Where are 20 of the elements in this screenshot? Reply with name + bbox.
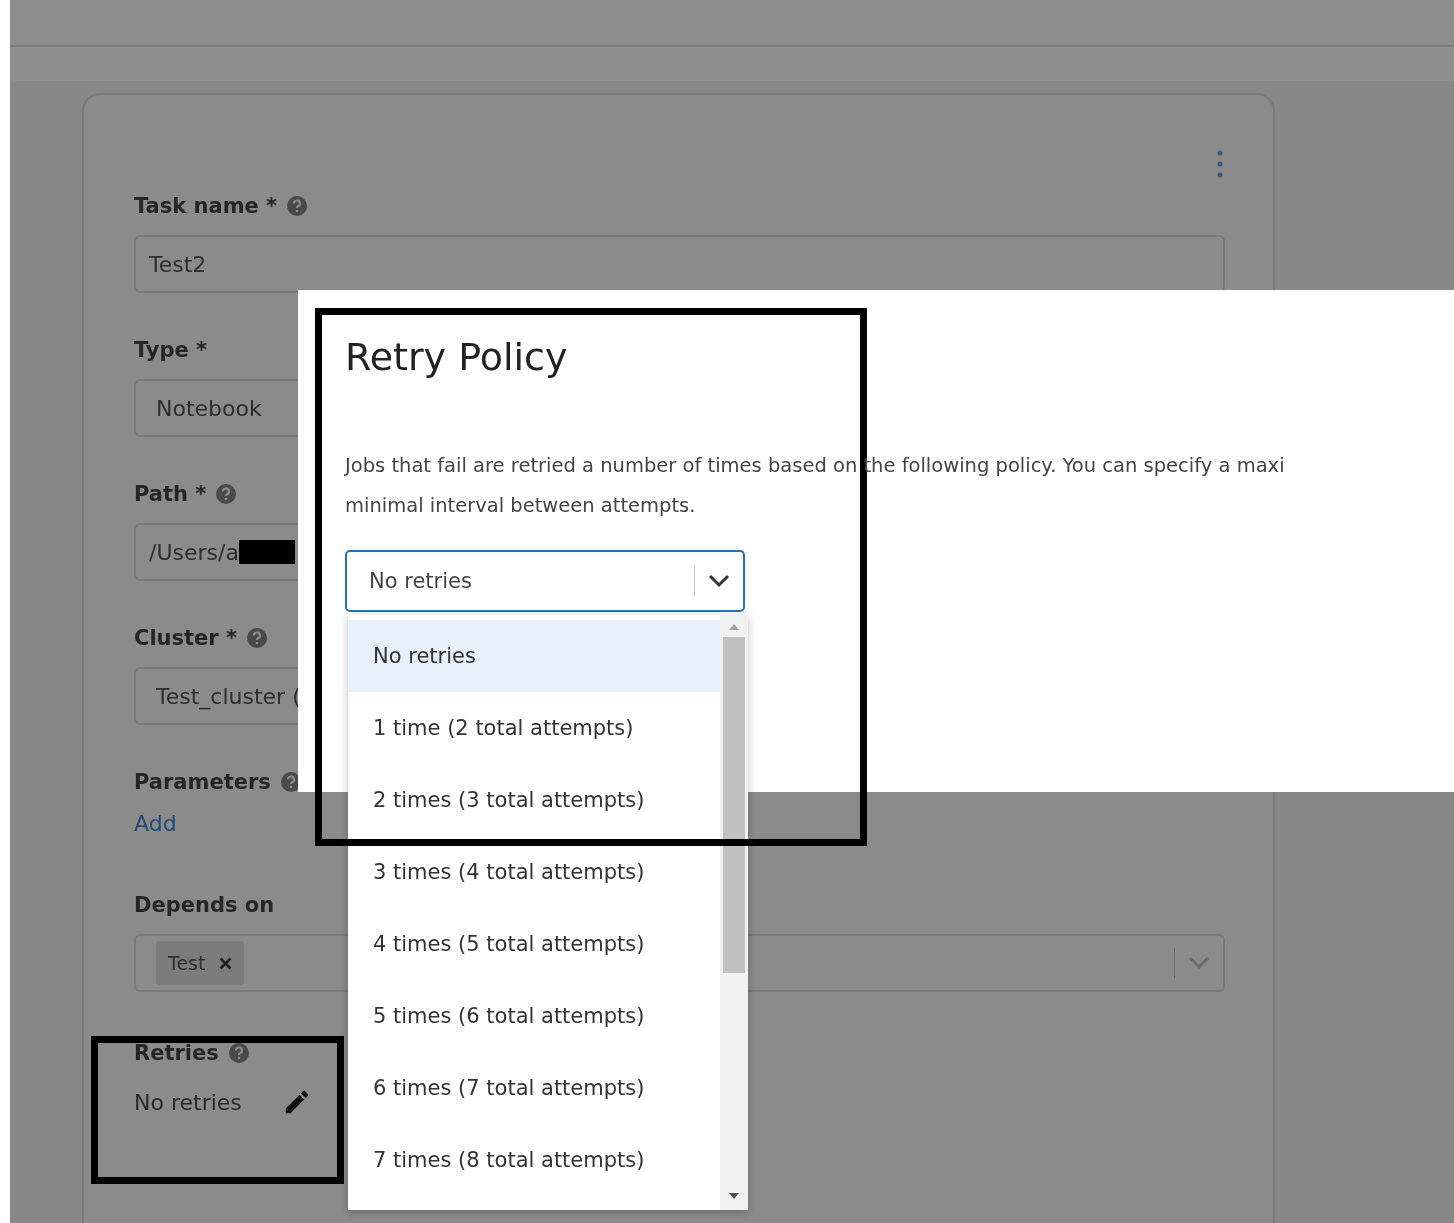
field-label: Depends on: [134, 893, 275, 917]
retry-select[interactable]: No retries: [345, 550, 745, 612]
description-text: minimal interval between attempts.: [345, 493, 697, 519]
field-label: Type *: [134, 338, 208, 362]
field-label: Path *: [134, 482, 207, 506]
more-options-icon[interactable]: [1217, 150, 1223, 178]
remove-icon[interactable]: [219, 956, 233, 970]
menu-option[interactable]: No retries: [348, 620, 720, 692]
field-label: Parameters: [134, 770, 271, 794]
chevron-down-icon[interactable]: [707, 573, 731, 589]
field-label: Cluster *: [134, 626, 237, 650]
dialog-title: Retry Policy: [345, 334, 569, 381]
field-label: Task name *: [134, 194, 278, 218]
tag-label: Test: [168, 952, 206, 974]
scroll-down-icon[interactable]: [728, 1192, 740, 1200]
retries-value: No retries: [134, 1089, 242, 1115]
scrollbar[interactable]: [720, 615, 748, 1210]
scroll-thumb[interactable]: [723, 637, 745, 973]
scroll-up-icon[interactable]: [728, 623, 740, 631]
field-label: Retries: [134, 1041, 219, 1065]
